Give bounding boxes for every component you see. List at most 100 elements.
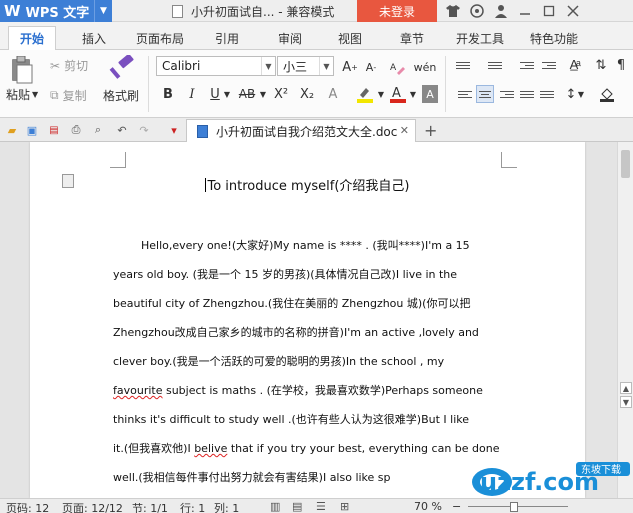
scrollbar-thumb[interactable] bbox=[621, 150, 630, 178]
pinyin-guide-icon[interactable]: wén bbox=[412, 58, 438, 76]
bold-button[interactable]: B bbox=[159, 85, 177, 103]
tab-home[interactable]: 开始 bbox=[8, 26, 56, 50]
text-effect-icon[interactable]: A bbox=[324, 85, 342, 103]
copy-button[interactable]: ⧉ 复制 bbox=[50, 87, 87, 104]
cut-button[interactable]: ✂ 剪切 bbox=[50, 57, 88, 74]
outline-view-icon[interactable]: ☰ bbox=[316, 500, 326, 513]
copy-icon: ⧉ bbox=[50, 88, 59, 102]
highlight-icon[interactable] bbox=[354, 85, 376, 103]
tab-insert[interactable]: 插入 bbox=[72, 26, 116, 50]
align-left-icon[interactable] bbox=[456, 85, 474, 103]
vertical-scrollbar[interactable]: ▲ ▼ bbox=[617, 142, 633, 498]
zoom-slider[interactable] bbox=[468, 506, 568, 507]
help-icon[interactable] bbox=[468, 2, 486, 20]
font-color-icon[interactable]: A bbox=[388, 85, 408, 103]
export-pdf-icon[interactable]: ▤ bbox=[46, 122, 62, 138]
font-size-select[interactable]: 小三 ▼ bbox=[277, 56, 334, 76]
status-bar: 页码: 12 页面: 12/12 节: 1/1 行: 1 列: 1 ▥ ▤ ☰ … bbox=[0, 498, 633, 513]
zoom-level[interactable]: 70 % bbox=[414, 500, 442, 513]
page-view-icon[interactable]: ▤ bbox=[292, 500, 302, 513]
change-case-icon[interactable]: A̲ͣ bbox=[562, 56, 586, 74]
word-doc-icon bbox=[197, 124, 208, 138]
user-icon[interactable] bbox=[492, 2, 510, 20]
save-icon[interactable]: ▣ bbox=[24, 122, 40, 138]
cut-label: 剪切 bbox=[64, 59, 89, 73]
tab-view[interactable]: 视图 bbox=[328, 26, 372, 50]
web-view-icon[interactable]: ⊞ bbox=[340, 500, 349, 513]
grow-font-icon[interactable]: A + bbox=[341, 58, 359, 76]
tab-developer[interactable]: 开发工具 bbox=[448, 26, 512, 50]
format-painter-button[interactable]: 格式刷 bbox=[103, 87, 139, 104]
clear-format-icon[interactable]: A bbox=[386, 58, 408, 76]
justify-icon[interactable] bbox=[518, 85, 536, 103]
shirt-icon[interactable] bbox=[444, 2, 462, 20]
subscript-button[interactable]: X₂ bbox=[296, 85, 318, 103]
align-right-icon[interactable] bbox=[498, 85, 516, 103]
increase-indent-icon[interactable] bbox=[540, 56, 558, 74]
document-page[interactable]: To introduce myself(介绍我自己) Hello,every o… bbox=[30, 142, 585, 498]
char-shading-icon[interactable]: A bbox=[422, 85, 438, 103]
redo-icon[interactable]: ↷ bbox=[136, 122, 152, 138]
tab-special[interactable]: 特色功能 bbox=[522, 26, 586, 50]
shrink-font-icon[interactable]: A- bbox=[362, 58, 380, 76]
maximize-icon[interactable] bbox=[540, 2, 558, 20]
new-tab-icon[interactable]: + bbox=[424, 121, 437, 140]
distributed-icon[interactable] bbox=[538, 85, 556, 103]
reading-view-icon[interactable]: ▥ bbox=[270, 500, 280, 513]
spelling-error[interactable]: favourite bbox=[113, 384, 162, 397]
body-line: Zhengzhou改成自己家乡的城市的名称的拼音)I'm an active ,… bbox=[113, 326, 479, 339]
strikethrough-button[interactable]: AB bbox=[236, 85, 258, 103]
paragraph-mark-icon[interactable]: ¶ bbox=[612, 56, 630, 74]
open-folder-icon[interactable]: ▰ bbox=[4, 122, 20, 138]
shading-fill-icon[interactable] bbox=[598, 85, 616, 103]
close-tab-icon[interactable]: ✕ bbox=[400, 124, 409, 137]
document-heading[interactable]: To introduce myself(介绍我自己) bbox=[30, 175, 585, 194]
chevron-down-icon[interactable]: ▼ bbox=[261, 57, 275, 75]
paste-icon[interactable] bbox=[9, 55, 35, 84]
format-painter-icon[interactable] bbox=[109, 53, 135, 81]
tab-references[interactable]: 引用 bbox=[205, 26, 249, 50]
document-body[interactable]: Hello,every one!(大家好)My name is **** . (… bbox=[113, 231, 503, 492]
document-tab[interactable]: 小升初面试自我介绍范文大全.doc ✕ bbox=[186, 119, 416, 142]
superscript-button[interactable]: X² bbox=[270, 85, 292, 103]
copy-label: 复制 bbox=[62, 89, 87, 103]
chevron-down-icon[interactable]: ▼ bbox=[94, 0, 112, 22]
print-preview-icon[interactable]: ⌕ bbox=[90, 122, 106, 138]
close-icon[interactable] bbox=[564, 2, 582, 20]
align-center-icon[interactable] bbox=[476, 85, 494, 103]
tab-page-layout[interactable]: 页面布局 bbox=[130, 26, 190, 50]
status-row: 行: 1 bbox=[180, 502, 206, 513]
paste-button[interactable]: 粘贴 ▼ bbox=[6, 86, 38, 103]
body-line: it.(但我喜欢他)I belive that if you try your … bbox=[113, 442, 500, 455]
tab-chapter[interactable]: 章节 bbox=[390, 26, 434, 50]
font-name-select[interactable]: Calibri ▼ bbox=[156, 56, 276, 76]
zoom-out-icon[interactable]: − bbox=[452, 500, 461, 513]
window-title-text: 小升初面试自... - 兼容模式 bbox=[191, 5, 335, 19]
customize-toolbar-icon[interactable]: ▾ bbox=[166, 122, 182, 138]
italic-button[interactable]: I bbox=[183, 85, 201, 103]
minimize-icon[interactable] bbox=[516, 2, 534, 20]
tab-review[interactable]: 审阅 bbox=[268, 26, 312, 50]
chevron-down-icon[interactable]: ▼ bbox=[576, 85, 586, 103]
print-icon[interactable]: ⎙ bbox=[68, 122, 84, 138]
chevron-down-icon[interactable]: ▼ bbox=[408, 85, 418, 103]
undo-icon[interactable]: ↶ bbox=[114, 122, 130, 138]
chevron-down-icon[interactable]: ▼ bbox=[376, 85, 386, 103]
chevron-down-icon[interactable]: ▼ bbox=[222, 85, 232, 103]
bullet-list-icon[interactable] bbox=[454, 56, 472, 74]
numbered-list-icon[interactable] bbox=[486, 56, 504, 74]
body-line: Hello,every one!(大家好)My name is **** . (… bbox=[141, 239, 470, 252]
chevron-up-icon[interactable]: ▲ bbox=[620, 382, 632, 394]
spelling-error[interactable]: belive bbox=[194, 442, 227, 455]
body-line: favourite subject is maths . (在学校，我最喜欢数学… bbox=[113, 384, 483, 397]
chevron-down-icon[interactable]: ▼ bbox=[620, 396, 632, 408]
sort-icon[interactable]: ⇅ bbox=[592, 56, 610, 74]
wps-app-menu-button[interactable]: W WPS 文字 ▼ bbox=[0, 0, 112, 22]
chevron-down-icon[interactable]: ▼ bbox=[319, 57, 333, 75]
status-pages: 页面: 12/12 bbox=[62, 502, 123, 513]
zoom-slider-handle[interactable] bbox=[510, 502, 518, 512]
document-canvas[interactable]: To introduce myself(介绍我自己) Hello,every o… bbox=[0, 142, 617, 498]
login-button[interactable]: 未登录 bbox=[357, 0, 437, 22]
chevron-down-icon[interactable]: ▼ bbox=[258, 85, 268, 103]
decrease-indent-icon[interactable] bbox=[518, 56, 536, 74]
